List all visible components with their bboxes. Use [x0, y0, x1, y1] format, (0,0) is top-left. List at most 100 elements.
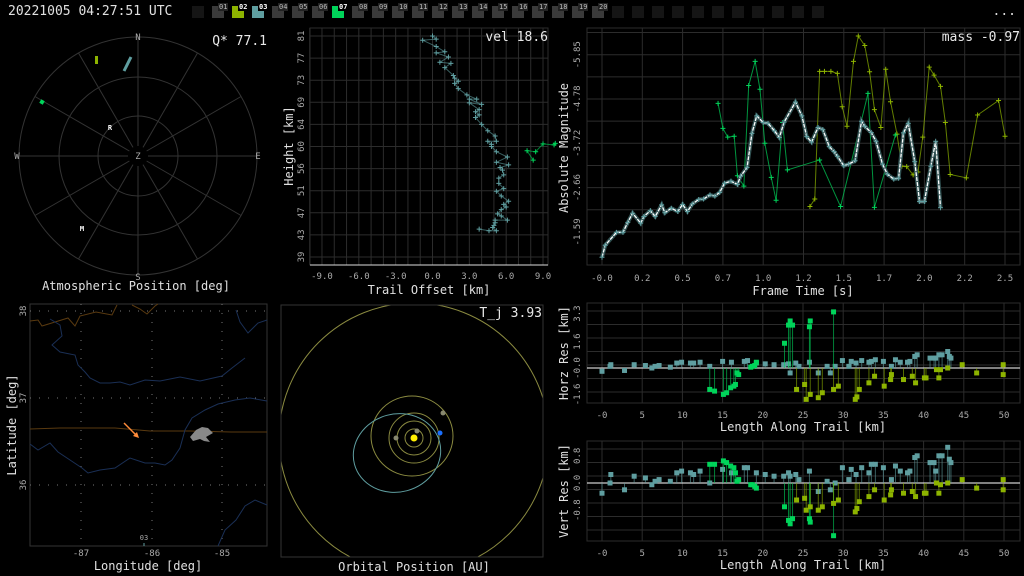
residual-point-03: [907, 358, 913, 364]
residual-point-03: [762, 472, 768, 477]
residual-point-07: [707, 386, 713, 392]
y-tick-label: 56: [297, 163, 307, 174]
residual-point-07: [790, 516, 796, 522]
x-tick-label: 10: [677, 549, 688, 559]
x-tick-label: 2.5: [997, 274, 1013, 284]
plot-grid: [587, 303, 1020, 403]
y-axis-label: Latitude [deg]: [5, 374, 19, 475]
x-tick-label: 50: [999, 411, 1010, 421]
residual-point-02: [866, 380, 872, 386]
residual-point-03: [656, 477, 662, 483]
residual-point-03: [859, 358, 865, 364]
residual-point-07: [736, 477, 742, 483]
residual-point-03: [642, 363, 648, 369]
y-tick-label: 77: [297, 53, 307, 64]
residual-point-02: [1000, 362, 1006, 368]
residual-point-03: [720, 466, 726, 472]
residual-point-03: [892, 463, 898, 469]
residual-point-02: [959, 362, 965, 368]
x-tick-label: -3.0: [385, 272, 407, 282]
residual-point-03: [787, 370, 793, 376]
magnitude-point-02: [807, 204, 813, 210]
trail-point-07: [524, 148, 530, 154]
magnitude-point-02: [821, 68, 827, 74]
residual-point-02: [856, 386, 862, 392]
atmospheric-position-panel: N S W E Z Q* 77.1 R M Atmospheric Positi…: [14, 33, 267, 293]
residual-point-03: [824, 478, 830, 484]
residual-point-02: [888, 492, 894, 498]
plot-grid: [30, 304, 267, 546]
trail-point-03: [504, 154, 510, 160]
magnitude-point-02: [888, 99, 894, 105]
residual-point-03: [793, 472, 799, 477]
residual-point-02: [888, 377, 894, 383]
residual-point-03: [948, 355, 954, 361]
residual-point-03: [608, 362, 614, 368]
x-tick-label: -0: [597, 549, 608, 559]
residual-point-03: [853, 472, 859, 477]
magnitude-point-07: [773, 197, 779, 203]
residual-point-02: [945, 365, 951, 371]
river: [49, 318, 246, 386]
residual-point-02: [913, 494, 919, 500]
x-tick-label: 5: [639, 549, 644, 559]
x-tick-label: 10: [677, 411, 688, 421]
residual-point-03: [720, 358, 726, 364]
tick-labels: -0.0 0.2 0.5 0.7 1.0 1.2 1.5 1.7 2.0 2.2 2.5 -5.85 -…: [573, 41, 1013, 284]
residual-point-03: [745, 358, 751, 364]
plot-frame: [29, 303, 268, 547]
residual-point-03: [697, 359, 703, 365]
residual-point-03: [697, 468, 703, 474]
residual-point-03: [608, 472, 614, 477]
residual-point-03: [866, 470, 872, 476]
residual-point-03: [945, 349, 951, 354]
residual-point-02: [936, 490, 942, 496]
magnitude-point-02: [938, 83, 944, 89]
residual-point-07: [831, 533, 837, 539]
x-tick-label: 0.7: [715, 274, 731, 284]
residual-point-03: [806, 468, 812, 474]
river: [235, 309, 268, 334]
residual-point-07: [732, 382, 738, 387]
magnitude-point-07: [784, 167, 790, 173]
residual-point-03: [745, 465, 751, 471]
residual-point-07: [753, 359, 759, 365]
x-tick-label: 50: [999, 549, 1010, 559]
station-02-track: [95, 56, 98, 64]
residual-point-02: [913, 380, 919, 386]
station-07-track: [39, 99, 45, 105]
residual-point-03: [631, 473, 637, 479]
residual-point-03: [827, 370, 833, 376]
magnitude-point-02: [947, 172, 953, 178]
magnitude-point-07: [720, 125, 726, 131]
compass-w: W: [14, 152, 20, 162]
trail-point-03: [445, 54, 451, 60]
magnitude-point-07: [757, 86, 763, 92]
y-tick-label: 73: [297, 75, 307, 86]
magnitude-point-02: [1002, 133, 1008, 139]
residual-point-02: [807, 391, 813, 397]
y-tick-label: 37: [19, 393, 29, 404]
x-tick-label: 45: [958, 549, 969, 559]
residual-point-03: [691, 360, 697, 366]
x-tick-label: 6.0: [498, 272, 514, 282]
magnitude-point-07: [725, 134, 731, 140]
station-03-label: 03: [140, 534, 148, 542]
compass-e: E: [255, 152, 260, 162]
residual-point-03: [753, 470, 759, 476]
residual-point-03: [933, 468, 939, 474]
residual-point-03: [631, 362, 637, 368]
residual-point-03: [897, 468, 903, 474]
residual-point-02: [909, 373, 915, 379]
residual-point-02: [1000, 372, 1006, 378]
compass-n: N: [135, 33, 140, 43]
residual-point-02: [936, 375, 942, 381]
residual-point-03: [599, 490, 605, 496]
residual-point-02: [881, 497, 887, 503]
x-tick-label: 0.2: [634, 274, 650, 284]
river: [29, 397, 268, 474]
residual-point-02: [831, 500, 837, 506]
y-tick-label: -3.72: [573, 130, 583, 157]
residual-point-03: [599, 368, 605, 374]
trail-point-03: [433, 44, 439, 50]
